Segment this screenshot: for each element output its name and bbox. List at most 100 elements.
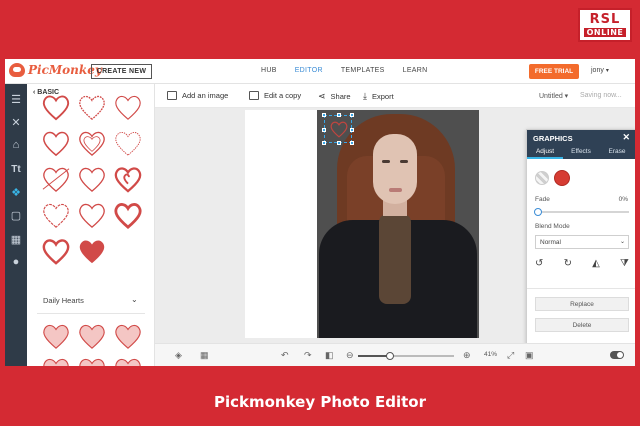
grid-icon[interactable]: ▦	[200, 350, 209, 361]
section-title-daily-hearts[interactable]: Daily Hearts	[43, 296, 84, 305]
compare-icon[interactable]: ◧	[325, 350, 334, 361]
heart-icon	[329, 120, 349, 138]
tab-erase[interactable]: Erase	[599, 146, 635, 159]
dark-mode-toggle[interactable]	[610, 351, 624, 359]
tab-effects[interactable]: Effects	[563, 146, 599, 159]
resize-handle[interactable]	[350, 113, 354, 117]
brand-line2: ONLINE	[583, 28, 627, 37]
heart-sticker[interactable]	[77, 129, 107, 157]
add-image-label: Add an image	[182, 91, 229, 100]
share-label: Share	[330, 92, 351, 101]
heart-sticker[interactable]	[41, 201, 71, 229]
resize-handle[interactable]	[350, 141, 354, 145]
magic-wand-icon[interactable]: ✕	[9, 115, 23, 129]
panel-divider	[527, 288, 635, 289]
graphics-settings-panel: GRAPHICS ✕ Adjust Effects Erase Fade 0% …	[526, 129, 635, 345]
heart-sticker[interactable]	[113, 165, 143, 193]
heart-sticker[interactable]	[113, 93, 143, 121]
heart-sticker[interactable]	[113, 356, 143, 366]
copy-icon	[249, 91, 259, 100]
fade-slider-handle[interactable]	[534, 208, 542, 216]
graphics-tabs: Adjust Effects Erase	[527, 146, 635, 159]
fade-slider-track[interactable]	[537, 211, 629, 213]
zoom-value: 41%	[484, 351, 498, 358]
heart-sticker[interactable]	[41, 165, 71, 193]
add-image-button[interactable]: Add an image	[167, 91, 228, 100]
nav-templates[interactable]: TEMPLATES	[341, 67, 385, 74]
share-button[interactable]: ⋖ Share	[318, 91, 351, 102]
save-status: Saving now...	[580, 92, 622, 99]
delete-button[interactable]: Delete	[535, 318, 629, 332]
photo-face	[373, 134, 417, 204]
heart-sticker[interactable]	[77, 201, 107, 229]
blend-mode-select[interactable]: Normal ⌄	[535, 235, 629, 249]
text-icon[interactable]: Tt	[9, 162, 23, 176]
heart-sticker[interactable]	[113, 129, 143, 157]
rsl-online-logo: RSL ONLINE	[578, 8, 632, 42]
edit-copy-button[interactable]: Edit a copy	[249, 91, 301, 100]
resize-handle[interactable]	[322, 141, 326, 145]
rotate-left-icon[interactable]: ↺	[535, 258, 543, 269]
texture-icon[interactable]: ▦	[9, 232, 23, 246]
document-title[interactable]: Untitled ▾	[539, 92, 568, 100]
heart-sticker[interactable]	[77, 237, 107, 265]
chevron-down-icon: ▾	[605, 68, 609, 74]
heart-sticker[interactable]	[41, 237, 71, 265]
heart-sticker[interactable]	[41, 356, 71, 366]
zoom-out-icon[interactable]: ⊖	[346, 350, 354, 361]
replace-button[interactable]: Replace	[535, 297, 629, 311]
tool-rail: ☰ ✕ ⌂ Tt ❖ ▢ ▦ ●	[5, 84, 27, 366]
heart-sticker[interactable]	[77, 356, 107, 366]
close-icon[interactable]: ✕	[622, 132, 630, 143]
redo-icon[interactable]: ↷	[304, 350, 312, 361]
resize-handle[interactable]	[350, 128, 354, 132]
selected-heart-graphic[interactable]	[322, 113, 354, 145]
chevron-down-icon: ⌄	[619, 239, 625, 245]
user-menu[interactable]: jony ▾	[591, 67, 609, 74]
heart-sticker[interactable]	[41, 322, 71, 350]
heart-sticker[interactable]	[113, 201, 143, 229]
blend-mode-label: Blend Mode	[535, 223, 570, 230]
heart-sticker[interactable]	[41, 93, 71, 121]
hanger-icon[interactable]: ⌂	[9, 138, 23, 152]
resize-handle[interactable]	[337, 141, 341, 145]
fade-label: Fade	[535, 196, 550, 203]
undo-icon[interactable]: ↶	[281, 350, 289, 361]
heart-sticker[interactable]	[113, 322, 143, 350]
actual-size-icon[interactable]: ▣	[525, 350, 534, 361]
nav-editor[interactable]: EDITOR	[295, 67, 323, 74]
resize-handle[interactable]	[337, 113, 341, 117]
resize-handle[interactable]	[322, 128, 326, 132]
picmonkey-logo[interactable]: PicMonkey	[9, 63, 102, 77]
zoom-slider-handle[interactable]	[386, 352, 394, 360]
frame-icon[interactable]: ▢	[9, 208, 23, 222]
shapes-icon[interactable]: ❖	[9, 185, 23, 199]
portrait-photo[interactable]	[317, 110, 479, 338]
resize-handle[interactable]	[322, 113, 326, 117]
nav-hub[interactable]: HUB	[261, 67, 277, 74]
nav-learn[interactable]: LEARN	[403, 67, 428, 74]
design-canvas[interactable]	[245, 110, 479, 338]
heart-sticker[interactable]	[77, 322, 107, 350]
monkey-logo-icon	[9, 63, 25, 77]
chevron-down-icon[interactable]: ⌄	[131, 295, 138, 304]
selected-color-swatch[interactable]	[554, 170, 570, 186]
heart-sticker[interactable]	[77, 93, 107, 121]
transparent-color-swatch[interactable]	[535, 171, 549, 185]
tab-adjust[interactable]: Adjust	[527, 146, 563, 159]
sliders-icon[interactable]: ☰	[9, 92, 23, 106]
create-new-button[interactable]: CREATE NEW	[91, 64, 152, 79]
flip-horizontal-icon[interactable]: ◭	[592, 258, 600, 269]
transform-controls: ↺ ↻ ◭ ⧩	[535, 258, 629, 269]
rotate-right-icon[interactable]: ↻	[564, 258, 572, 269]
heart-sticker[interactable]	[41, 129, 71, 157]
free-trial-button[interactable]: FREE TRIAL	[529, 64, 579, 79]
layers-icon[interactable]: ◈	[175, 350, 182, 361]
heart-sticker[interactable]	[77, 165, 107, 193]
apple-icon[interactable]: ●	[9, 255, 23, 269]
export-label: Export	[371, 92, 394, 101]
fit-to-screen-icon[interactable]: ⤢	[507, 350, 514, 361]
export-button[interactable]: ⤓ Export	[363, 91, 394, 102]
zoom-in-icon[interactable]: ⊕	[463, 350, 471, 361]
flip-vertical-icon[interactable]: ⧩	[620, 258, 629, 269]
